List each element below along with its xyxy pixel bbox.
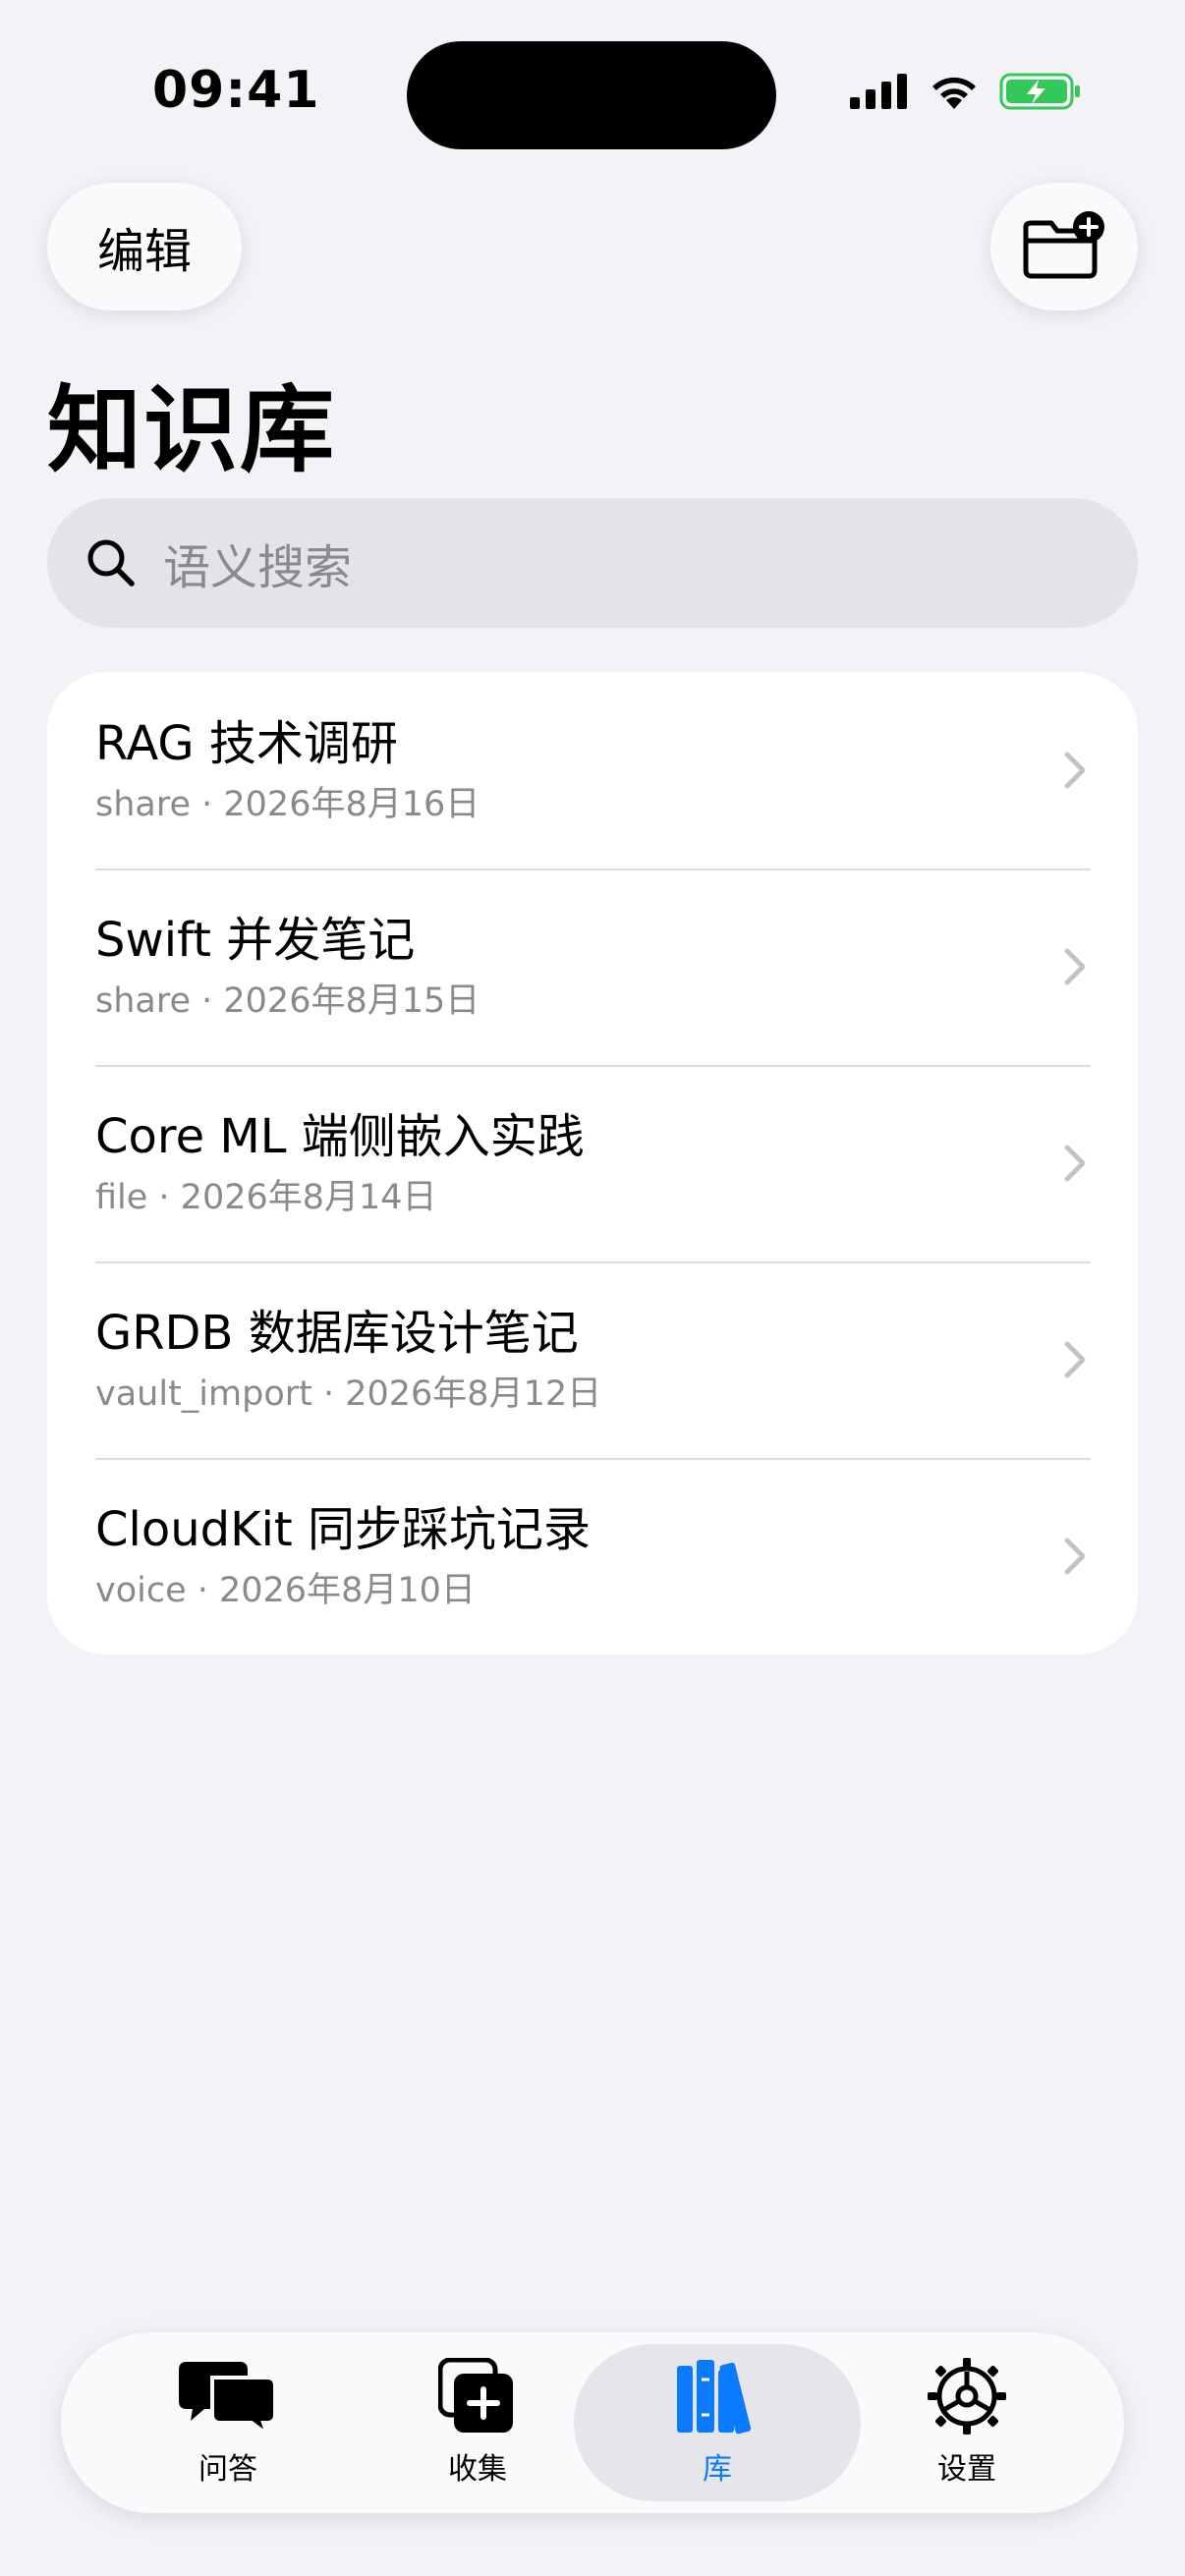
tab-bar: 问答 收集 库 设置 xyxy=(61,2332,1124,2513)
tab-label: 设置 xyxy=(937,2452,996,2487)
new-folder-button[interactable] xyxy=(990,183,1138,310)
tab-label: 问答 xyxy=(198,2452,257,2487)
list-item[interactable]: CloudKit 同步踩坑记录 voice · 2026年8月10日 xyxy=(47,1458,1138,1654)
item-subtitle: voice · 2026年8月10日 xyxy=(95,1570,476,1610)
item-subtitle: vault_import · 2026年8月12日 xyxy=(95,1373,602,1414)
item-subtitle: share · 2026年8月15日 xyxy=(95,980,480,1021)
dynamic-island xyxy=(407,41,776,149)
chevron-right-icon xyxy=(1064,1145,1086,1182)
battery-charging-icon xyxy=(999,73,1080,110)
chevron-right-icon xyxy=(1064,1341,1086,1378)
search-field[interactable]: 语义搜索 xyxy=(47,498,1138,628)
item-title: CloudKit 同步踩坑记录 xyxy=(95,1501,592,1557)
item-title: Swift 并发笔记 xyxy=(95,912,416,968)
chat-bubbles-icon xyxy=(179,2362,277,2435)
item-title: Core ML 端侧嵌入实践 xyxy=(95,1108,585,1164)
status-time: 09:41 xyxy=(152,61,320,120)
item-subtitle: share · 2026年8月16日 xyxy=(95,784,480,824)
status-icons xyxy=(850,71,1082,112)
gear-icon xyxy=(928,2358,1006,2435)
list-item[interactable]: RAG 技术调研 share · 2026年8月16日 xyxy=(47,672,1138,868)
item-title: GRDB 数据库设计笔记 xyxy=(95,1305,579,1361)
books-icon xyxy=(677,2360,752,2435)
list-item[interactable]: Swift 并发笔记 share · 2026年8月15日 xyxy=(47,868,1138,1065)
list-item[interactable]: Core ML 端侧嵌入实践 file · 2026年8月14日 xyxy=(47,1065,1138,1261)
search-placeholder: 语义搜索 xyxy=(163,540,353,595)
page-title: 知识库 xyxy=(47,375,336,485)
item-subtitle: file · 2026年8月14日 xyxy=(95,1177,437,1217)
item-title: RAG 技术调研 xyxy=(95,715,398,771)
cellular-signal-icon xyxy=(850,74,907,109)
list-item[interactable]: GRDB 数据库设计笔记 vault_import · 2026年8月12日 xyxy=(47,1261,1138,1458)
tab-qa[interactable]: 问答 xyxy=(85,2344,371,2501)
wifi-icon xyxy=(932,77,976,109)
chevron-right-icon xyxy=(1064,1538,1086,1575)
chevron-right-icon xyxy=(1064,948,1086,985)
edit-button[interactable]: 编辑 xyxy=(47,183,242,310)
tab-label: 收集 xyxy=(448,2452,507,2487)
knowledge-list: RAG 技术调研 share · 2026年8月16日 Swift 并发笔记 s… xyxy=(47,672,1138,1654)
folder-add-icon xyxy=(1023,211,1104,279)
screen: 09:41 编辑 知识库 语义搜索 RAG 技术调研 share · 2026年… xyxy=(0,0,1185,2576)
tab-settings[interactable]: 设置 xyxy=(823,2344,1110,2501)
add-square-icon xyxy=(438,2358,513,2433)
tab-label: 库 xyxy=(703,2452,732,2487)
search-icon xyxy=(87,539,135,587)
tab-library[interactable]: 库 xyxy=(574,2344,861,2501)
chevron-right-icon xyxy=(1064,752,1086,789)
